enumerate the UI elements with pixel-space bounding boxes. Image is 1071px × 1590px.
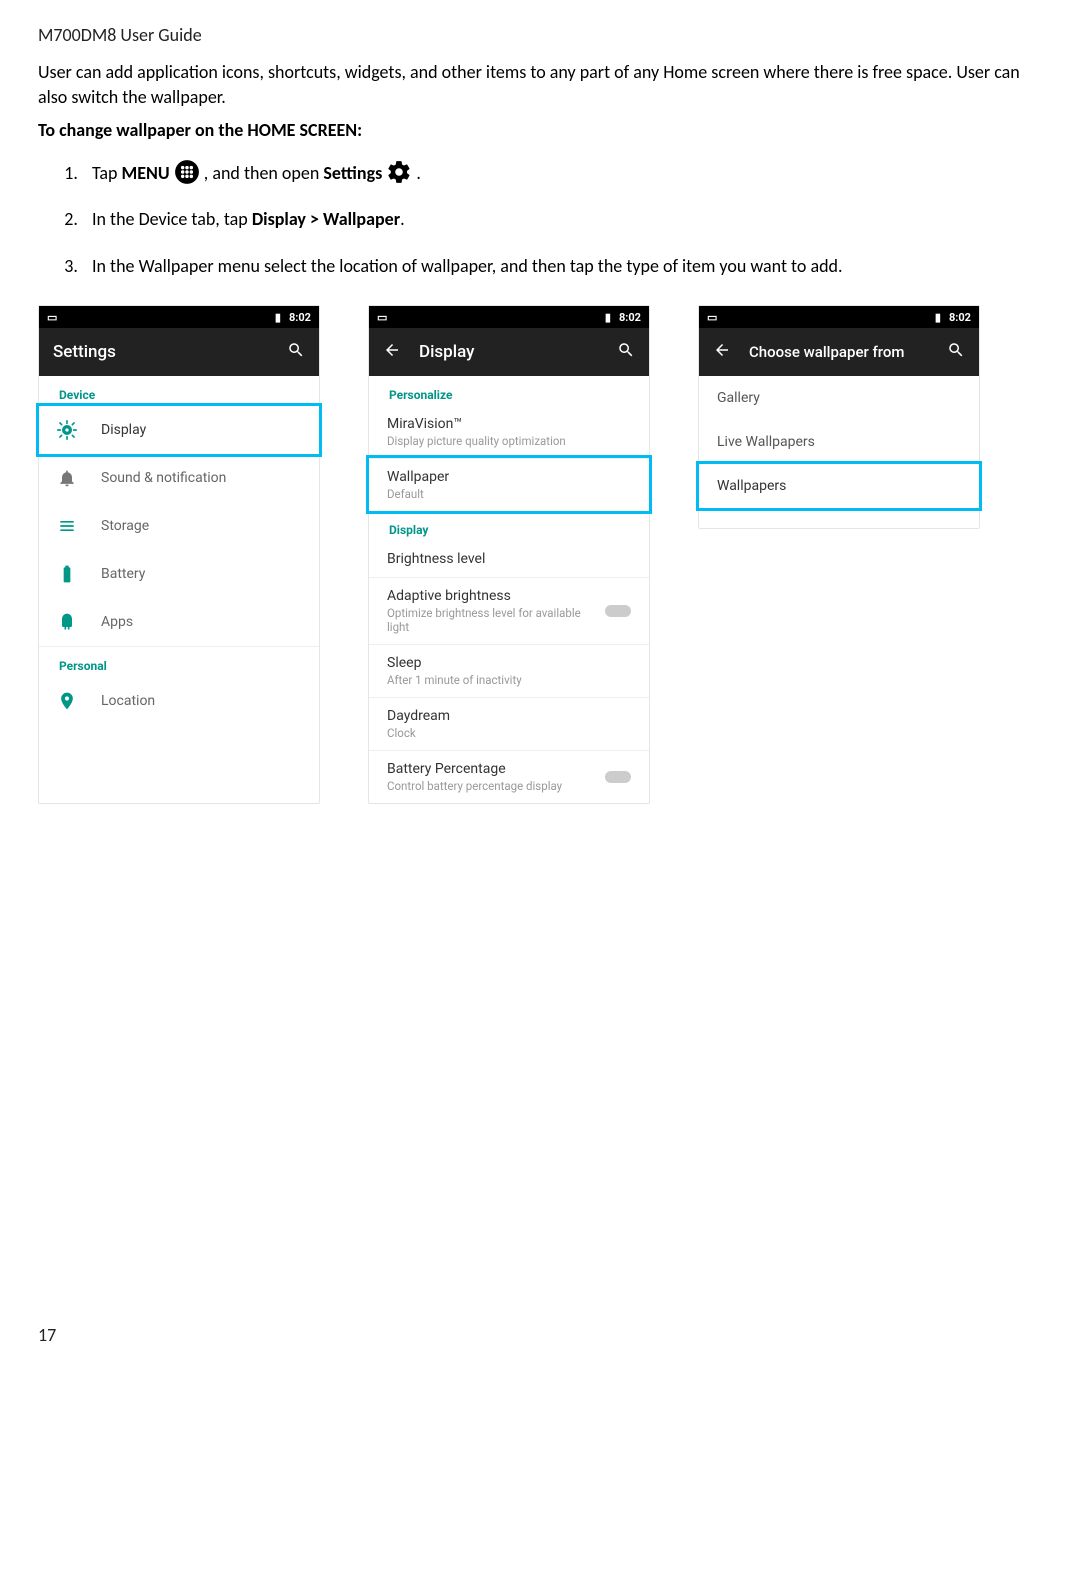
page-number: 17 (38, 1324, 1033, 1346)
brightness-title: Brightness level (387, 551, 631, 567)
screenshot-indicator-icon: ▭ (377, 311, 387, 324)
doc-header: M700DM8 User Guide (38, 24, 1033, 46)
row-gallery[interactable]: Gallery (699, 376, 979, 420)
bell-icon (57, 468, 77, 488)
status-bar: ▭ ▮ 8:02 (39, 306, 319, 328)
row-battery[interactable]: Battery (39, 550, 319, 598)
daydream-sub: Clock (387, 726, 631, 740)
storage-icon (57, 516, 77, 536)
location-icon (57, 691, 77, 711)
sleep-title: Sleep (387, 655, 631, 671)
apps-grid-icon (174, 159, 200, 185)
row-live-wallpapers[interactable]: Live Wallpapers (699, 420, 979, 464)
row-wallpaper[interactable]: Wallpaper Default (369, 458, 649, 511)
battery-icon: ▮ (275, 311, 281, 324)
row-storage-label: Storage (101, 518, 149, 534)
steps-list: Tap MENU , and then open Settings . In t… (38, 158, 1033, 282)
step-1: Tap MENU , and then open Settings . (82, 158, 1033, 189)
battery-icon: ▮ (935, 311, 941, 324)
search-icon[interactable] (947, 341, 965, 363)
adaptive-toggle[interactable] (605, 605, 631, 617)
battery-icon (57, 564, 77, 584)
row-daydream[interactable]: Daydream Clock (369, 697, 649, 750)
gear-icon (386, 159, 412, 185)
adaptive-title: Adaptive brightness (387, 588, 587, 604)
status-bar: ▭ ▮ 8:02 (699, 306, 979, 328)
appbar-title: Display (419, 342, 474, 362)
back-icon[interactable] (713, 341, 731, 363)
row-storage[interactable]: Storage (39, 502, 319, 550)
row-adaptive[interactable]: Adaptive brightness Optimize brightness … (369, 577, 649, 644)
row-location[interactable]: Location (39, 677, 319, 725)
status-bar: ▭ ▮ 8:02 (369, 306, 649, 328)
row-apps[interactable]: Apps (39, 598, 319, 647)
row-sleep[interactable]: Sleep After 1 minute of inactivity (369, 644, 649, 697)
row-apps-label: Apps (101, 614, 133, 630)
section-personal: Personal (39, 647, 319, 677)
row-brightness[interactable]: Brightness level (369, 541, 649, 577)
miravision-sub: Display picture quality optimization (387, 434, 631, 448)
search-icon[interactable] (617, 341, 635, 363)
back-icon[interactable] (383, 341, 401, 363)
step-2: In the Device tab, tap Display > Wallpap… (82, 204, 1033, 235)
status-time: 8:02 (949, 311, 971, 324)
intro-paragraph: User can add application icons, shortcut… (38, 60, 1033, 110)
wallpaper-title: Wallpaper (387, 469, 631, 485)
appbar-title: Settings (53, 342, 116, 362)
row-sound[interactable]: Sound & notification (39, 454, 319, 502)
row-display-label: Display (101, 422, 146, 438)
step-3: In the Wallpaper menu select the locatio… (82, 251, 1033, 282)
appbar: Choose wallpaper from (699, 328, 979, 376)
step-1-text-a: Tap (92, 162, 122, 184)
android-icon (57, 612, 77, 632)
row-battery-label: Battery (101, 566, 145, 582)
step-2-text-c: . (400, 208, 405, 230)
row-display[interactable]: Display (39, 406, 319, 454)
section-display: Display (369, 511, 649, 541)
section-heading: To change wallpaper on the HOME SCREEN: (38, 118, 1033, 143)
appbar: Settings (39, 328, 319, 376)
batt-title: Battery Percentage (387, 761, 562, 777)
step-2-path: Display > Wallpaper (252, 208, 400, 230)
row-battery-percentage[interactable]: Battery Percentage Control battery perce… (369, 750, 649, 803)
wallpaper-sub: Default (387, 487, 631, 501)
step-1-text-c: . (412, 162, 421, 184)
step-1-settings: Settings (323, 162, 382, 184)
screenshot-settings: ▭ ▮ 8:02 Settings Device Display Sound & … (38, 305, 320, 804)
battery-icon: ▮ (605, 311, 611, 324)
row-location-label: Location (101, 693, 155, 709)
status-time: 8:02 (619, 311, 641, 324)
search-icon[interactable] (287, 341, 305, 363)
daydream-title: Daydream (387, 708, 631, 724)
step-1-text-b: , and then open (200, 162, 324, 184)
batt-sub: Control battery percentage display (387, 779, 562, 793)
step-1-menu: MENU (122, 162, 170, 184)
row-sound-label: Sound & notification (101, 470, 226, 486)
row-miravision[interactable]: MiraVision™ Display picture quality opti… (369, 406, 649, 458)
screenshot-indicator-icon: ▭ (47, 311, 57, 324)
adaptive-sub: Optimize brightness level for available … (387, 606, 587, 634)
screenshot-choose-wallpaper: ▭ ▮ 8:02 Choose wallpaper from Gallery Li… (698, 305, 980, 529)
row-wallpapers[interactable]: Wallpapers (699, 464, 979, 508)
appbar: Display (369, 328, 649, 376)
section-device: Device (39, 376, 319, 406)
section-personalize: Personalize (369, 376, 649, 406)
sleep-sub: After 1 minute of inactivity (387, 673, 631, 687)
appbar-title: Choose wallpaper from (749, 343, 905, 361)
batt-toggle[interactable] (605, 771, 631, 783)
miravision-title: MiraVision™ (387, 416, 631, 432)
status-time: 8:02 (289, 311, 311, 324)
screenshot-indicator-icon: ▭ (707, 311, 717, 324)
step-2-text-a: In the Device tab, tap (92, 208, 252, 230)
screenshot-display: ▭ ▮ 8:02 Display Personalize MiraVision™ … (368, 305, 650, 804)
display-icon (57, 420, 77, 440)
